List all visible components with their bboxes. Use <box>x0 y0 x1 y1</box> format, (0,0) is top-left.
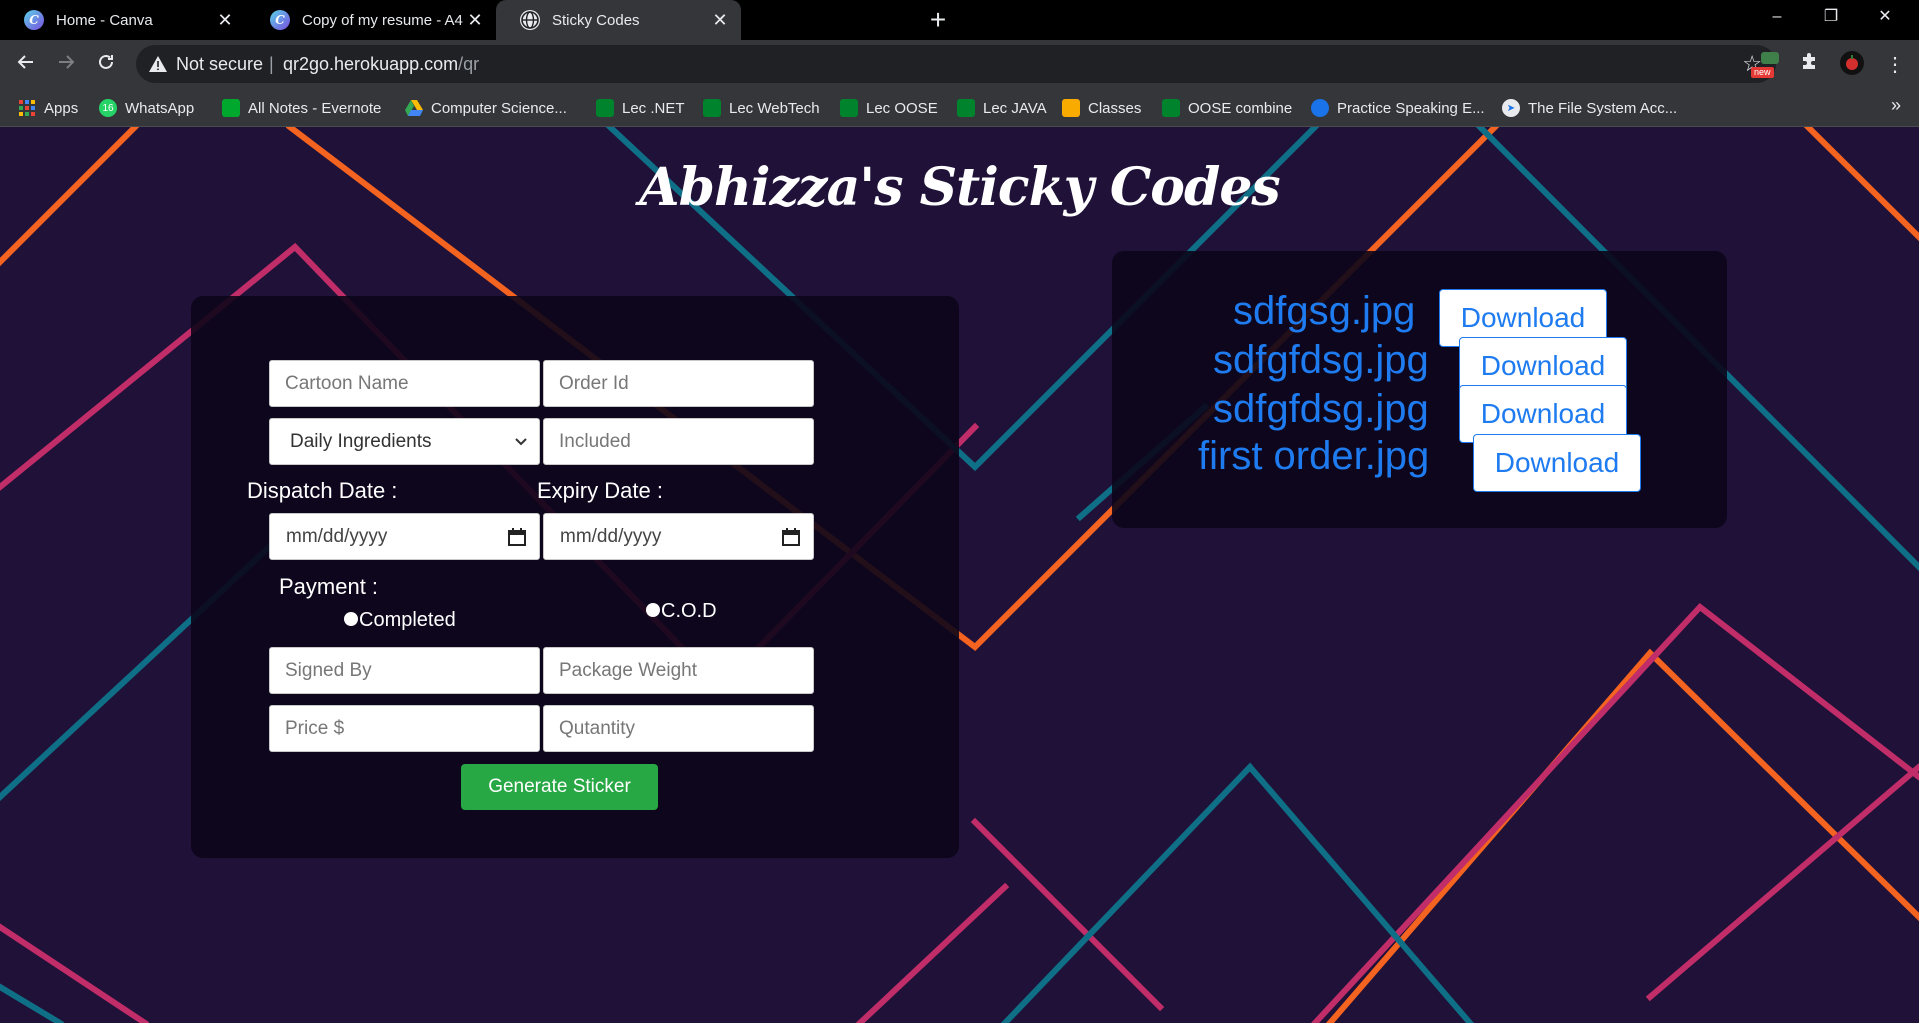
whatsapp-icon: 16 <box>99 99 117 117</box>
payment-label: Payment : <box>279 574 379 599</box>
reload-button[interactable] <box>89 48 123 82</box>
bookmarks-overflow-button[interactable]: » <box>1891 95 1901 116</box>
meet-icon <box>596 99 614 117</box>
browser-menu-icon[interactable]: ⋮ <box>1880 50 1910 80</box>
canva-icon: C <box>270 10 290 30</box>
reload-icon <box>99 54 113 69</box>
file-name[interactable]: sdfgfdsg.jpg <box>1213 338 1429 383</box>
bookmarks-bar: Apps 16 WhatsApp All Notes - Evernote Co… <box>0 89 1919 127</box>
bookmark-whatsapp[interactable]: 16 WhatsApp <box>99 95 194 121</box>
address-bar[interactable]: Not secure | qr2go.herokuapp.com/qr ☆ <box>136 45 1776 83</box>
tab-title: Sticky Codes <box>552 11 640 29</box>
quantity-input[interactable] <box>543 705 814 752</box>
close-tab-icon[interactable]: ✕ <box>214 9 236 31</box>
forward-button[interactable] <box>49 48 83 82</box>
page-title: Abhizza's Sticky Codes <box>639 157 1280 218</box>
file-name[interactable]: sdfgsg.jpg <box>1233 289 1415 334</box>
circle-icon <box>1311 99 1329 117</box>
extensions-puzzle-icon[interactable] <box>1795 50 1825 80</box>
payment-cod-radio[interactable] <box>646 603 660 617</box>
order-id-input[interactable] <box>543 360 814 407</box>
close-window-button[interactable]: ✕ <box>1858 0 1912 34</box>
tab-sticky-codes[interactable]: Sticky Codes ✕ <box>496 0 741 40</box>
apps-grid-icon <box>18 99 36 117</box>
bookmark-lec-net[interactable]: Lec .NET <box>596 95 685 121</box>
generate-sticker-button[interactable]: Generate Sticker <box>461 764 658 810</box>
chevron-down-icon <box>515 437 527 445</box>
package-weight-input[interactable] <box>543 647 814 694</box>
tab-strip: C Home - Canva ✕ C Copy of my resume - A… <box>0 0 1919 40</box>
dispatch-date-input[interactable]: mm/dd/yyyy <box>269 513 540 560</box>
calendar-icon[interactable] <box>507 527 527 547</box>
bookmark-computer-science[interactable]: Computer Science... <box>405 95 567 121</box>
payment-completed-label: Completed <box>359 609 456 631</box>
tab-resume[interactable]: C Copy of my resume - A4 ✕ <box>246 0 496 40</box>
category-select[interactable]: Daily Ingredients <box>269 418 540 465</box>
signed-by-input[interactable] <box>269 647 540 694</box>
tab-home-canva[interactable]: C Home - Canva ✕ <box>0 0 246 40</box>
tab-title: Copy of my resume - A4 <box>302 11 463 29</box>
download-button[interactable]: Download <box>1473 434 1641 492</box>
bookmark-lec-webtech[interactable]: Lec WebTech <box>703 95 820 121</box>
back-button[interactable] <box>9 48 43 82</box>
payment-completed-radio[interactable] <box>344 612 358 626</box>
expiry-date-label: Expiry Date : <box>537 478 663 503</box>
bookmark-classes[interactable]: Classes <box>1062 95 1141 121</box>
close-tab-icon[interactable]: ✕ <box>464 9 486 31</box>
globe-icon <box>520 10 540 30</box>
forward-arrow-icon <box>59 55 75 69</box>
calendar-icon[interactable] <box>781 527 801 547</box>
extension-badge: new <box>1751 67 1774 78</box>
expiry-date-input[interactable]: mm/dd/yyyy <box>543 513 814 560</box>
bookmark-lec-oose[interactable]: Lec OOSE <box>840 95 938 121</box>
meet-icon <box>840 99 858 117</box>
bookmark-oose-combine[interactable]: OOSE combine <box>1162 95 1292 121</box>
date-placeholder: mm/dd/yyyy <box>286 525 388 547</box>
payment-cod-label: C.O.D <box>661 600 717 622</box>
paper-plane-icon: ➤ <box>1502 99 1520 117</box>
sticker-form: Daily Ingredients Dispatch Date : Expiry… <box>191 296 959 858</box>
bookmark-practice-speaking[interactable]: Practice Speaking E... <box>1311 95 1485 121</box>
close-tab-icon[interactable]: ✕ <box>709 9 731 31</box>
date-placeholder: mm/dd/yyyy <box>560 525 662 547</box>
file-name[interactable]: first order.jpg <box>1198 434 1429 479</box>
page-content: Abhizza's Sticky Codes Daily Ingredients… <box>0 127 1919 1023</box>
security-status[interactable]: Not secure <box>176 54 263 75</box>
evernote-icon <box>222 99 240 117</box>
meet-icon <box>957 99 975 117</box>
downloads-panel: sdfgsg.jpg Download sdfgfdsg.jpg Downloa… <box>1112 251 1727 528</box>
url-text[interactable]: qr2go.herokuapp.com/qr <box>283 54 479 75</box>
minimize-button[interactable]: – <box>1750 0 1804 34</box>
bookmark-evernote[interactable]: All Notes - Evernote <box>222 95 381 121</box>
maximize-button[interactable]: ❐ <box>1804 0 1858 34</box>
bookmark-file-system[interactable]: ➤ The File System Acc... <box>1502 95 1677 121</box>
browser-toolbar: Not secure | qr2go.herokuapp.com/qr ☆ ne… <box>0 40 1919 89</box>
google-drive-icon <box>405 99 423 117</box>
meet-icon <box>1162 99 1180 117</box>
new-tab-button[interactable]: + <box>921 4 955 38</box>
profile-avatar[interactable] <box>1837 50 1867 80</box>
back-arrow-icon <box>17 55 33 69</box>
meet-icon <box>703 99 721 117</box>
extension-icon[interactable]: new <box>1751 50 1785 80</box>
bookmark-lec-java[interactable]: Lec JAVA <box>957 95 1047 121</box>
tab-title: Home - Canva <box>56 11 153 29</box>
classroom-icon <box>1062 99 1080 117</box>
bookmark-apps[interactable]: Apps <box>18 95 78 121</box>
category-selected-value: Daily Ingredients <box>290 430 432 452</box>
included-input[interactable] <box>543 418 814 465</box>
price-input[interactable] <box>269 705 540 752</box>
file-name[interactable]: sdfgfdsg.jpg <box>1213 387 1429 432</box>
canva-icon: C <box>24 10 44 30</box>
dispatch-date-label: Dispatch Date : <box>247 478 398 503</box>
warning-icon <box>149 56 167 72</box>
separator: | <box>269 54 274 74</box>
cartoon-name-input[interactable] <box>269 360 540 407</box>
